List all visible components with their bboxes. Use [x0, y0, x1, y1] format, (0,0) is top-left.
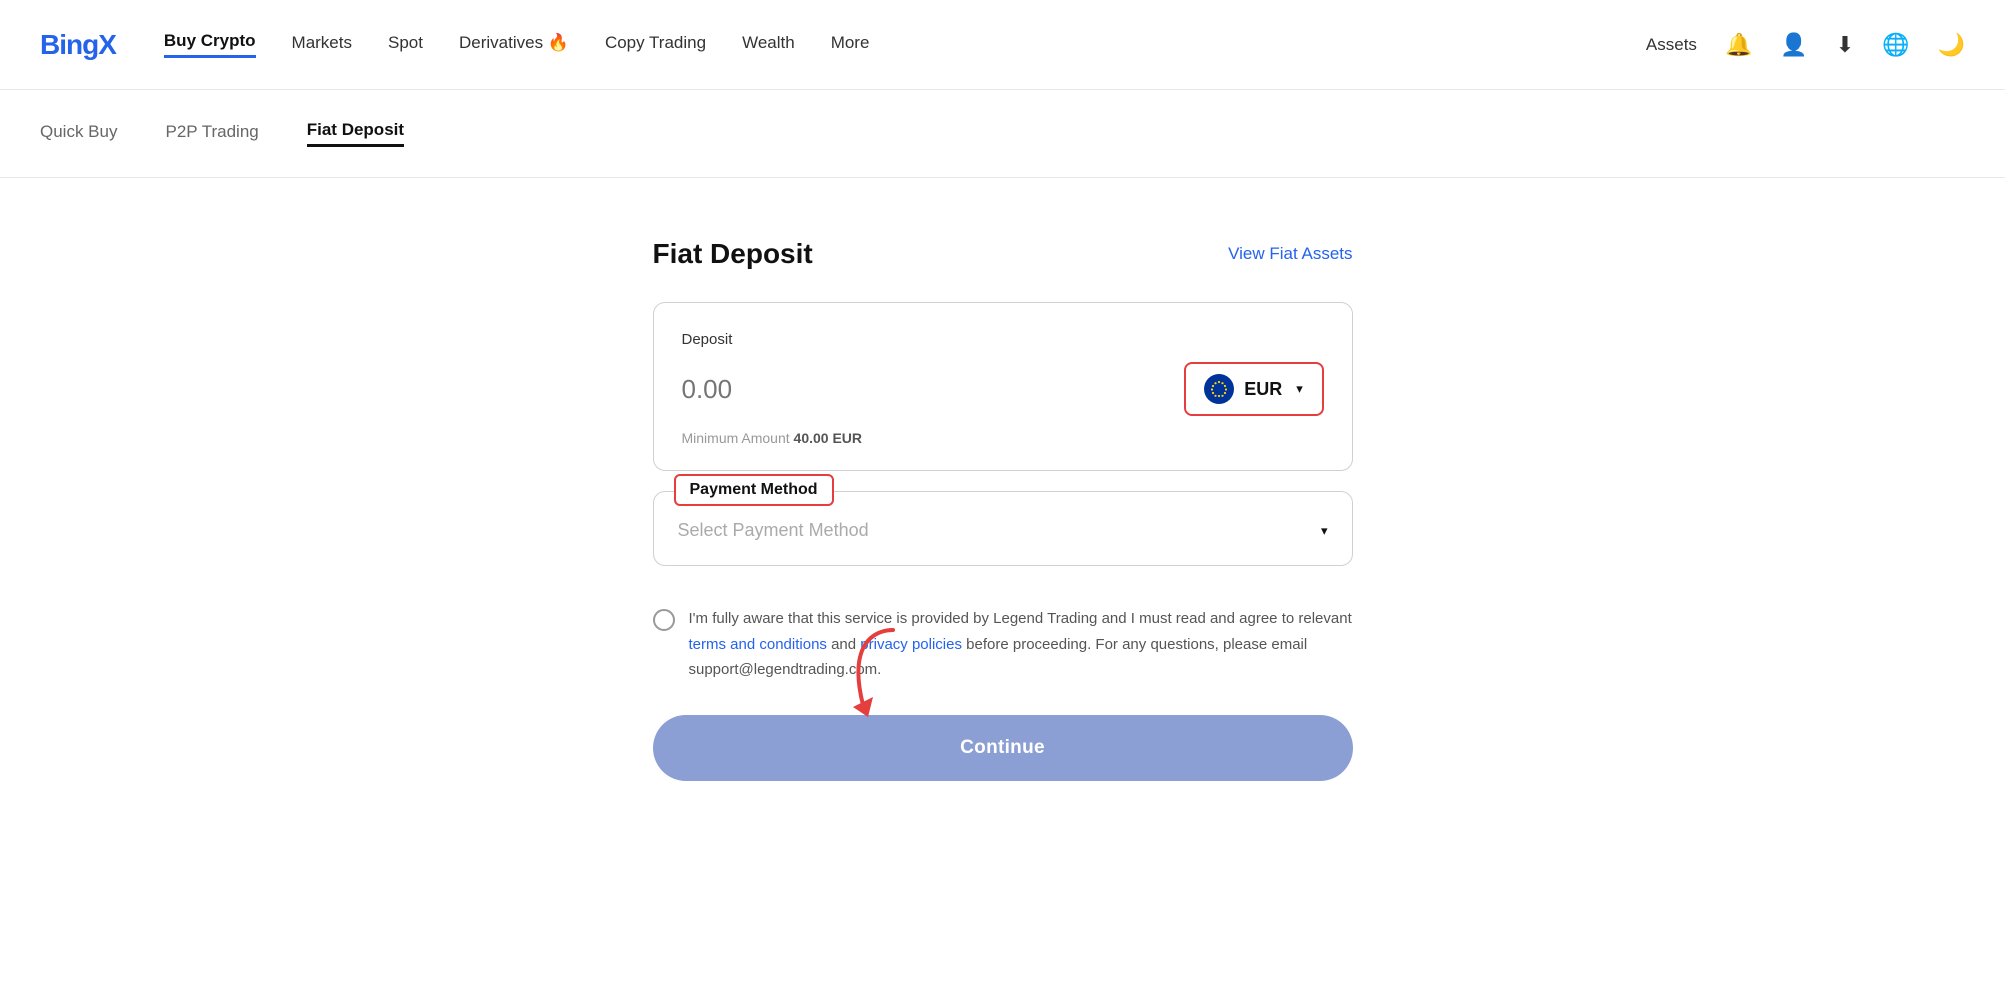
page-title: Fiat Deposit [653, 238, 813, 270]
dark-mode-icon[interactable]: 🌙 [1938, 32, 1965, 58]
currency-code: EUR [1244, 379, 1282, 400]
nav-more[interactable]: More [831, 33, 870, 57]
disclaimer: I'm fully aware that this service is pro… [653, 606, 1353, 683]
continue-button[interactable]: Continue [653, 715, 1353, 781]
view-fiat-assets-link[interactable]: View Fiat Assets [1228, 244, 1352, 264]
assets-link[interactable]: Assets [1646, 35, 1697, 55]
logo-text: Bing [40, 29, 98, 60]
user-icon[interactable]: 👤 [1780, 32, 1807, 58]
nav-spot[interactable]: Spot [388, 33, 423, 57]
tab-bar: Quick Buy P2P Trading Fiat Deposit [0, 90, 2005, 178]
currency-selector[interactable]: EUR ▾ [1184, 362, 1324, 416]
page-header: Fiat Deposit View Fiat Assets [653, 238, 1353, 270]
nav-wealth[interactable]: Wealth [742, 33, 795, 57]
disclaimer-text: I'm fully aware that this service is pro… [689, 606, 1353, 683]
payment-method-label: Payment Method [674, 474, 834, 506]
deposit-row: EUR ▾ [682, 362, 1324, 416]
main-content: Fiat Deposit View Fiat Assets Deposit [0, 178, 2005, 841]
tab-fiat-deposit[interactable]: Fiat Deposit [307, 120, 404, 147]
deposit-card: Deposit [653, 302, 1353, 471]
red-arrow-indicator [833, 625, 923, 730]
min-amount: Minimum Amount 40.00 EUR [682, 430, 1324, 446]
logo-x: X [98, 29, 116, 60]
currency-dropdown-arrow: ▾ [1296, 381, 1303, 397]
eu-flag-svg [1208, 378, 1230, 400]
continue-wrapper: Continue [653, 715, 1353, 781]
main-nav: Buy Crypto Markets Spot Derivatives 🔥 Co… [164, 31, 1646, 58]
tab-p2p-trading[interactable]: P2P Trading [165, 122, 258, 146]
tab-quick-buy[interactable]: Quick Buy [40, 122, 117, 146]
eur-flag-icon [1204, 374, 1234, 404]
nav-copy-trading[interactable]: Copy Trading [605, 33, 706, 57]
nav-buy-crypto[interactable]: Buy Crypto [164, 31, 256, 58]
min-amount-label: Minimum Amount [682, 430, 790, 446]
form-container: Fiat Deposit View Fiat Assets Deposit [653, 238, 1353, 781]
bell-icon[interactable]: 🔔 [1725, 32, 1752, 58]
download-icon[interactable]: ⬇ [1836, 32, 1854, 58]
payment-dropdown-arrow: ▾ [1321, 523, 1328, 539]
globe-icon[interactable]: 🌐 [1882, 32, 1909, 58]
header: BingX Buy Crypto Markets Spot Derivative… [0, 0, 2005, 90]
agree-checkbox[interactable] [653, 609, 675, 631]
disclaimer-text-1: I'm fully aware that this service is pro… [689, 610, 1352, 627]
terms-link[interactable]: terms and conditions [689, 636, 827, 653]
payment-method-placeholder: Select Payment Method [678, 520, 869, 541]
nav-markets[interactable]: Markets [292, 33, 352, 57]
logo: BingX [40, 29, 116, 61]
header-right: Assets 🔔 👤 ⬇ 🌐 🌙 [1646, 32, 1965, 58]
deposit-label: Deposit [682, 331, 1324, 348]
deposit-amount-input[interactable] [682, 374, 1168, 405]
payment-method-card: Payment Method Select Payment Method ▾ [653, 491, 1353, 566]
nav-derivatives[interactable]: Derivatives 🔥 [459, 33, 569, 57]
min-amount-value: 40.00 EUR [794, 430, 862, 446]
